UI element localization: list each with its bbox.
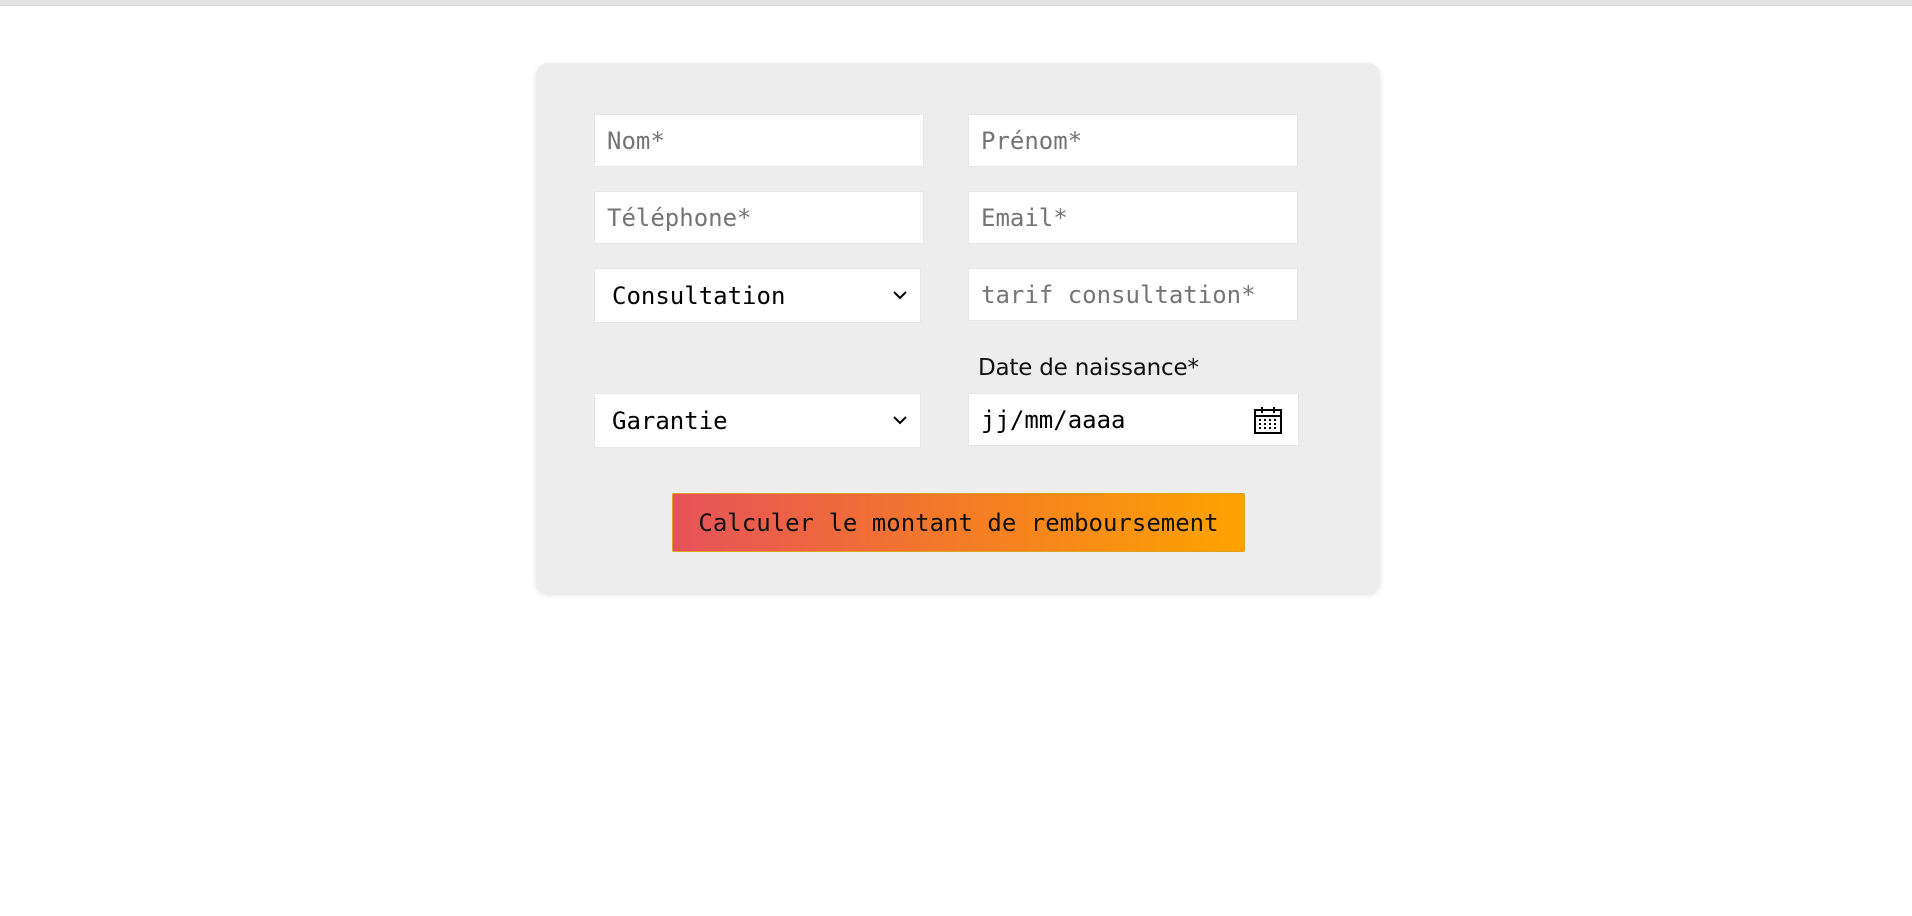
calendar-icon[interactable] (1252, 404, 1284, 436)
date-placeholder: jj/mm/aaaa (981, 405, 1126, 434)
browser-top-border (0, 0, 1912, 6)
chevron-down-icon (890, 411, 910, 431)
tarif-consultation-input[interactable] (968, 268, 1298, 321)
consultation-select[interactable]: Consultation (594, 268, 921, 323)
calculer-remboursement-button[interactable]: Calculer le montant de remboursement (672, 493, 1245, 552)
garantie-select-value: Garantie (612, 406, 728, 435)
consultation-select-value: Consultation (612, 281, 786, 310)
email-input[interactable] (968, 191, 1298, 244)
nom-input[interactable] (594, 114, 924, 167)
reimbursement-form: Consultation Date de naissance* Garantie… (536, 63, 1380, 593)
garantie-select[interactable]: Garantie (594, 393, 921, 448)
chevron-down-icon (890, 286, 910, 306)
telephone-input[interactable] (594, 191, 924, 244)
date-de-naissance-label: Date de naissance* (978, 355, 1199, 381)
date-de-naissance-input[interactable]: jj/mm/aaaa (968, 393, 1299, 446)
prenom-input[interactable] (968, 114, 1298, 167)
